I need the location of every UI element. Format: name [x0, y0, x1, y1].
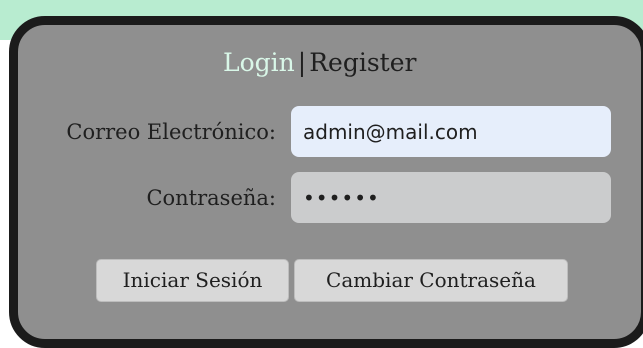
login-button[interactable]: Iniciar Sesión: [96, 259, 289, 302]
auth-tabs: Login | Register: [223, 48, 416, 78]
tab-register[interactable]: Register: [309, 48, 416, 77]
email-label: Correo Electrónico:: [66, 120, 276, 144]
tab-separator: |: [297, 48, 307, 77]
password-field[interactable]: [291, 172, 611, 223]
email-field[interactable]: [291, 106, 611, 157]
change-password-button[interactable]: Cambiar Contraseña: [294, 259, 568, 302]
tab-login[interactable]: Login: [223, 48, 295, 77]
password-label: Contraseña:: [146, 186, 276, 210]
